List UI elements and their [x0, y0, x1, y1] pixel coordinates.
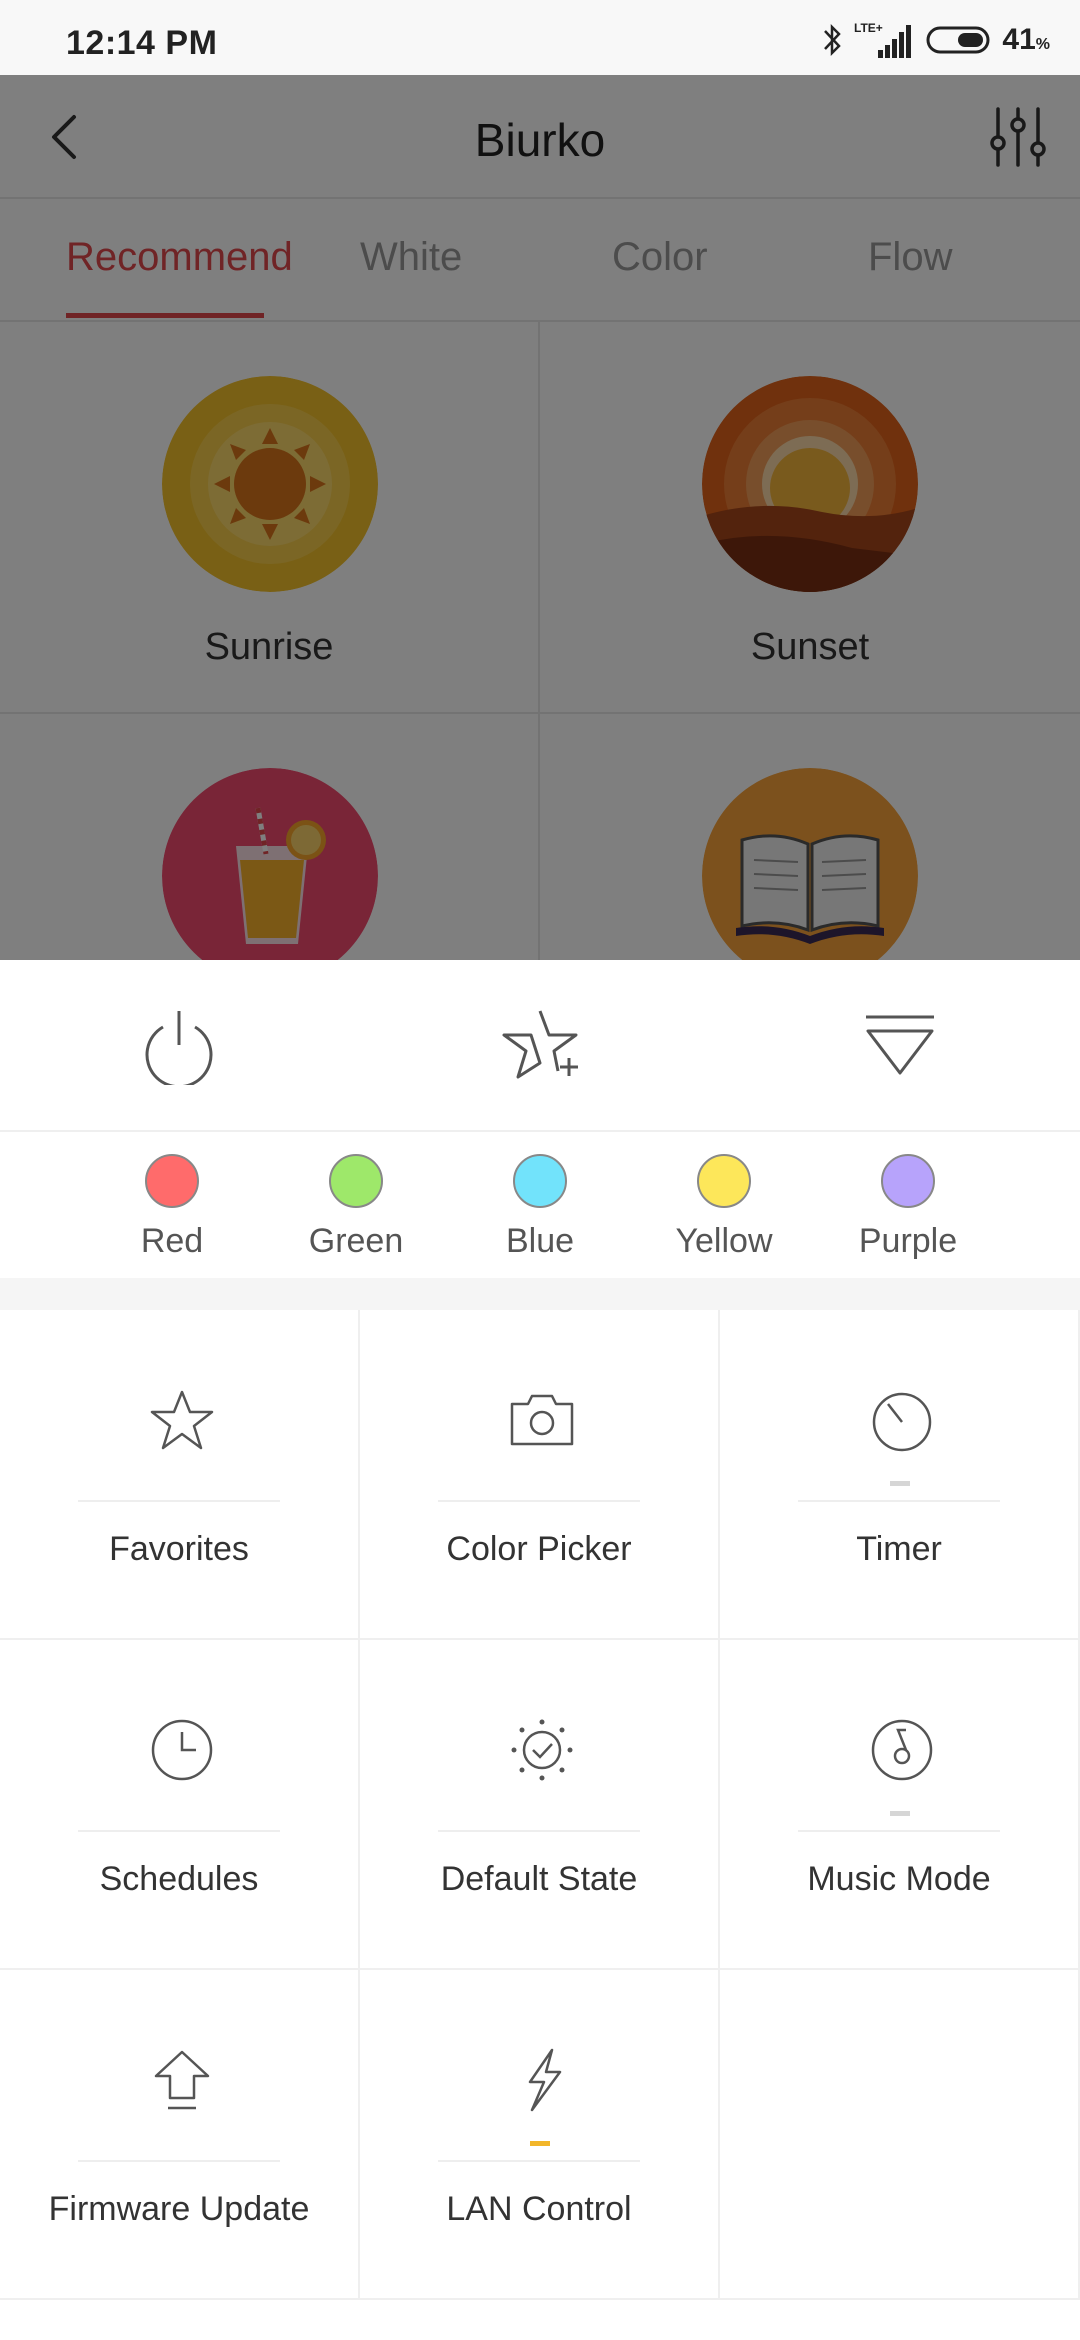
color-green[interactable]: Green: [286, 1154, 426, 1261]
power-icon[interactable]: [139, 1005, 219, 1085]
feature-color-picker[interactable]: Color Picker: [360, 1310, 720, 1640]
color-dot: [697, 1154, 751, 1208]
page-title: Biurko: [474, 114, 606, 166]
feature-label: Default State: [440, 1860, 638, 1898]
feature-empty-cell: [720, 1970, 1080, 2300]
status-time: 12:14 PM: [66, 24, 218, 62]
divider: [78, 1830, 280, 1832]
battery-unit: %: [1035, 36, 1050, 53]
lan-status-indicator: [530, 2141, 550, 2146]
tab-white[interactable]: White: [360, 235, 462, 280]
color-label: Red: [140, 1222, 204, 1260]
divider: [438, 2160, 640, 2162]
feature-label: Firmware Update: [48, 2190, 310, 2228]
battery-level: 41: [1002, 23, 1036, 56]
feature-default-state[interactable]: Default State: [360, 1640, 720, 1970]
quick-actions: [0, 960, 1080, 1132]
divider: [798, 1830, 1000, 1832]
music-icon: [871, 1719, 933, 1781]
star-icon: [150, 1390, 214, 1450]
tab-recommend[interactable]: Recommend: [66, 235, 293, 280]
feature-label: Color Picker: [446, 1530, 632, 1568]
status-bar: 12:14 PM LTE+ 41%: [0, 0, 1080, 75]
status-indicator: [890, 1481, 910, 1486]
divider: [438, 1830, 640, 1832]
clock-icon: [151, 1719, 213, 1781]
bluetooth-icon: [824, 23, 842, 57]
feature-favorites[interactable]: Favorites: [0, 1310, 360, 1640]
camera-icon: [510, 1394, 574, 1446]
feature-firmware-update[interactable]: Firmware Update: [0, 1970, 360, 2300]
feature-music-mode[interactable]: Music Mode: [720, 1640, 1080, 1970]
color-label: Yellow: [675, 1222, 773, 1260]
color-dot: [145, 1154, 199, 1208]
feature-schedules[interactable]: Schedules: [0, 1640, 360, 1970]
star-plus-icon[interactable]: [500, 1005, 580, 1085]
feature-label: Schedules: [99, 1860, 259, 1898]
color-blue[interactable]: Blue: [470, 1154, 610, 1261]
upload-icon: [154, 2050, 210, 2110]
device-page: Biurko Recommend White Color Flow Sunris…: [0, 75, 1080, 960]
color-label: Green: [308, 1222, 404, 1260]
book-icon: [702, 768, 918, 960]
feature-timer[interactable]: Timer: [720, 1310, 1080, 1640]
mode-tabs: Recommend White Color Flow: [0, 199, 1080, 322]
color-label: Blue: [505, 1222, 575, 1260]
bottom-sheet: Red Green Blue Yellow Purple Favorites C…: [0, 960, 1080, 2340]
sliders-icon[interactable]: [986, 105, 1050, 169]
feature-label: Music Mode: [807, 1860, 991, 1898]
color-purple[interactable]: Purple: [838, 1154, 978, 1261]
drink-icon: [162, 768, 378, 960]
scene-sunrise[interactable]: Sunrise: [0, 322, 540, 714]
timer-icon: [872, 1392, 932, 1452]
sunrise-icon: [162, 376, 378, 592]
scene-label: Sunrise: [204, 626, 334, 668]
color-label: Purple: [858, 1222, 958, 1260]
divider: [798, 1500, 1000, 1502]
color-dot: [329, 1154, 383, 1208]
default-state-icon: [511, 1719, 573, 1781]
feature-label: LAN Control: [446, 2190, 632, 2228]
color-dot: [513, 1154, 567, 1208]
sunset-icon: [702, 376, 918, 592]
collapse-icon[interactable]: [860, 1005, 940, 1085]
active-tab-indicator: [66, 313, 264, 318]
network-type: LTE+: [854, 21, 883, 35]
tab-color[interactable]: Color: [612, 235, 708, 280]
scene-reading[interactable]: [540, 714, 1080, 960]
feature-grid: Favorites Color Picker Timer Schedules D…: [0, 1310, 1080, 2340]
status-icons: LTE+ 41%: [820, 20, 1050, 60]
tab-flow[interactable]: Flow: [868, 235, 952, 280]
scene-label: Sunset: [750, 626, 870, 668]
signal-icon: LTE+: [854, 21, 912, 58]
battery-icon: [926, 26, 990, 54]
color-presets: Red Green Blue Yellow Purple: [0, 1134, 1080, 1278]
scene-drink[interactable]: [0, 714, 540, 960]
color-yellow[interactable]: Yellow: [654, 1154, 794, 1261]
divider: [438, 1500, 640, 1502]
app-header: Biurko: [0, 75, 1080, 199]
color-dot: [881, 1154, 935, 1208]
divider: [78, 1500, 280, 1502]
battery-text: 41%: [1002, 23, 1050, 57]
divider: [78, 2160, 280, 2162]
scene-sunset[interactable]: Sunset: [540, 322, 1080, 714]
lightning-icon: [528, 2048, 562, 2112]
section-gap: [0, 1278, 1080, 1310]
feature-label: Timer: [856, 1530, 942, 1568]
feature-lan-control[interactable]: LAN Control: [360, 1970, 720, 2300]
status-indicator: [890, 1811, 910, 1816]
color-red[interactable]: Red: [102, 1154, 242, 1261]
feature-label: Favorites: [109, 1530, 249, 1568]
